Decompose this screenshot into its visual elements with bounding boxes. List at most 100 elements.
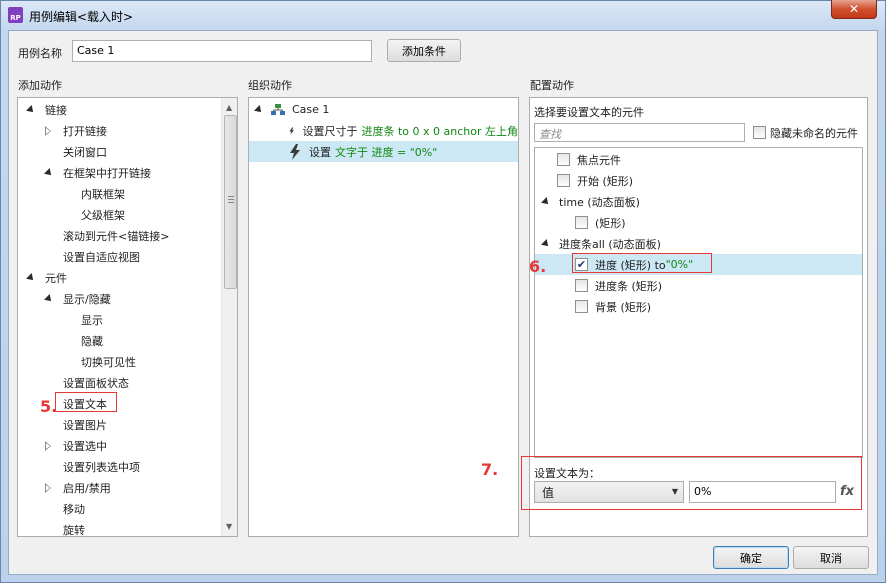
annotation-5-box <box>55 392 117 412</box>
add-action-item[interactable]: 隐藏 <box>18 330 218 351</box>
scroll-up-arrow-icon[interactable]: ▲ <box>226 103 232 112</box>
widget-checkbox[interactable] <box>575 279 588 292</box>
configure-subheader: 选择要设置文本的元件 <box>534 106 644 119</box>
add-action-item[interactable]: 旋转 <box>18 519 218 537</box>
add-action-label: 切换可见性 <box>81 355 136 369</box>
action-detail: 文字于 进度 = "0%" <box>335 145 438 159</box>
scroll-down-arrow-icon[interactable]: ▼ <box>226 522 232 531</box>
add-action-item[interactable]: 显示/隐藏 <box>18 288 218 309</box>
widget-tree-item[interactable]: (矩形) <box>535 212 862 233</box>
action-prefix: 设置 <box>309 145 331 159</box>
widget-checkbox[interactable] <box>557 174 570 187</box>
add-action-item[interactable]: 切换可见性 <box>18 351 218 372</box>
case-label: Case 1 <box>292 103 330 116</box>
add-condition-button[interactable]: 添加条件 <box>387 39 461 62</box>
add-action-item[interactable]: 设置自适应视图 <box>18 246 218 267</box>
add-actions-scroll-thumb[interactable] <box>224 115 237 289</box>
organize-actions-tree[interactable]: Case 1 设置尺寸于 进度条 to 0 x 0 anchor 左上角 设置 文字于… <box>248 97 519 537</box>
add-action-item[interactable]: 关闭窗口 <box>18 141 218 162</box>
add-actions-scrollbar[interactable]: ▲ ▼ <box>221 98 237 536</box>
add-action-label: 在框架中打开链接 <box>63 166 151 180</box>
widget-label: 进度条 (矩形) <box>595 279 663 293</box>
hide-unnamed-checkbox[interactable] <box>753 126 766 139</box>
add-action-item[interactable]: 在框架中打开链接 <box>18 162 218 183</box>
add-action-item[interactable]: 内联框架 <box>18 183 218 204</box>
add-action-item[interactable]: 设置面板状态 <box>18 372 218 393</box>
case-node[interactable]: Case 1 <box>249 99 518 120</box>
collapse-arrow-icon[interactable] <box>45 440 53 451</box>
text-value-input[interactable]: 0% <box>689 481 836 503</box>
add-action-item[interactable]: 设置图片 <box>18 414 218 435</box>
add-action-item[interactable]: 显示 <box>18 309 218 330</box>
expand-arrow-icon[interactable] <box>44 293 54 304</box>
value-type-select[interactable]: 值 ▼ <box>534 481 684 503</box>
case-tree-icon <box>271 103 285 115</box>
widget-checkbox[interactable] <box>575 216 588 229</box>
widget-search-input[interactable]: 查找 <box>534 123 745 142</box>
widget-label: 开始 (矩形) <box>577 174 634 188</box>
add-actions-tree[interactable]: 链接打开链接关闭窗口在框架中打开链接内联框架父级框架滚动到元件<锚链接> 设置自适… <box>17 97 238 537</box>
case-name-input[interactable]: Case 1 <box>72 40 372 62</box>
add-action-item[interactable]: 链接 <box>18 99 218 120</box>
widget-tree-item[interactable]: 进度条all (动态面板) <box>535 233 862 254</box>
ok-button[interactable]: 确定 <box>713 546 789 569</box>
add-action-item[interactable]: 设置列表选中项 <box>18 456 218 477</box>
action-detail: 进度条 to 0 x 0 anchor 左上角 <box>361 124 518 138</box>
axure-app-icon: RP <box>8 7 23 23</box>
add-action-label: 旋转 <box>63 523 85 537</box>
widget-tree-item[interactable]: 开始 (矩形) <box>535 170 862 191</box>
widget-tree-item[interactable]: 进度条 (矩形) <box>535 275 862 296</box>
widget-label: 背景 (矩形) <box>595 300 652 314</box>
add-action-label: 设置图片 <box>63 418 107 432</box>
add-action-item[interactable]: 移动 <box>18 498 218 519</box>
widget-tree[interactable]: 焦点元件 开始 (矩形) time (动态面板) (矩形) 进度条all (动态面板) ✔… <box>534 147 863 458</box>
window-title: 用例编辑<载入时> <box>29 10 134 24</box>
configure-actions-header: 配置动作 <box>530 79 574 92</box>
add-action-label: 显示 <box>81 313 103 327</box>
action-prefix: 设置尺寸于 <box>302 124 358 138</box>
expand-arrow-icon[interactable] <box>254 104 264 115</box>
dropdown-arrow-icon: ▼ <box>671 487 678 496</box>
add-action-item[interactable]: 父级框架 <box>18 204 218 225</box>
add-action-item[interactable]: 启用/禁用 <box>18 477 218 498</box>
add-action-label: 设置面板状态 <box>63 376 129 390</box>
title-bar[interactable]: RP 用例编辑<载入时> ✕ <box>0 0 886 30</box>
widget-checkbox[interactable] <box>575 300 588 313</box>
expand-arrow-icon[interactable] <box>541 196 551 207</box>
add-action-label: 设置自适应视图 <box>63 250 140 264</box>
expand-arrow-icon[interactable] <box>26 272 36 283</box>
fx-function-button[interactable]: fx <box>840 484 854 499</box>
add-action-item[interactable]: 打开链接 <box>18 120 218 141</box>
organize-actions-header: 组织动作 <box>248 79 292 92</box>
add-action-label: 移动 <box>63 502 85 516</box>
add-action-item[interactable]: 元件 <box>18 267 218 288</box>
collapse-arrow-icon[interactable] <box>45 125 53 136</box>
add-action-label: 元件 <box>45 271 67 285</box>
hide-unnamed-option[interactable]: 隐藏未命名的元件 <box>753 122 858 143</box>
widget-tree-item[interactable]: time (动态面板) <box>535 191 862 212</box>
add-action-label: 链接 <box>45 103 67 117</box>
set-text-label: 设置文本为： <box>534 467 600 480</box>
add-action-label: 隐藏 <box>81 334 103 348</box>
expand-arrow-icon[interactable] <box>26 104 36 115</box>
lightning-bolt-icon <box>289 126 295 135</box>
add-action-label: 关闭窗口 <box>63 145 107 159</box>
cancel-button[interactable]: 取消 <box>793 546 869 569</box>
organized-action-item[interactable]: 设置尺寸于 进度条 to 0 x 0 anchor 左上角 <box>249 120 518 141</box>
add-action-label: 启用/禁用 <box>63 481 111 495</box>
window-close-button[interactable]: ✕ <box>831 0 877 19</box>
expand-arrow-icon[interactable] <box>44 167 54 178</box>
add-action-item[interactable]: 设置选中 <box>18 435 218 456</box>
add-action-label: 设置列表选中项 <box>63 460 140 474</box>
add-action-label: 设置选中 <box>63 439 107 453</box>
widget-checkbox[interactable] <box>557 153 570 166</box>
expand-arrow-icon[interactable] <box>541 238 551 249</box>
add-action-item[interactable]: 滚动到元件<锚链接> <box>18 225 218 246</box>
widget-tree-item[interactable]: 焦点元件 <box>535 149 862 170</box>
add-action-label: 显示/隐藏 <box>63 292 111 306</box>
add-action-label: 父级框架 <box>81 208 125 222</box>
widget-tree-item[interactable]: 背景 (矩形) <box>535 296 862 317</box>
organized-action-item[interactable]: 设置 文字于 进度 = "0%" <box>249 141 518 162</box>
annotation-6-label: 6. <box>529 257 547 276</box>
collapse-arrow-icon[interactable] <box>45 482 53 493</box>
